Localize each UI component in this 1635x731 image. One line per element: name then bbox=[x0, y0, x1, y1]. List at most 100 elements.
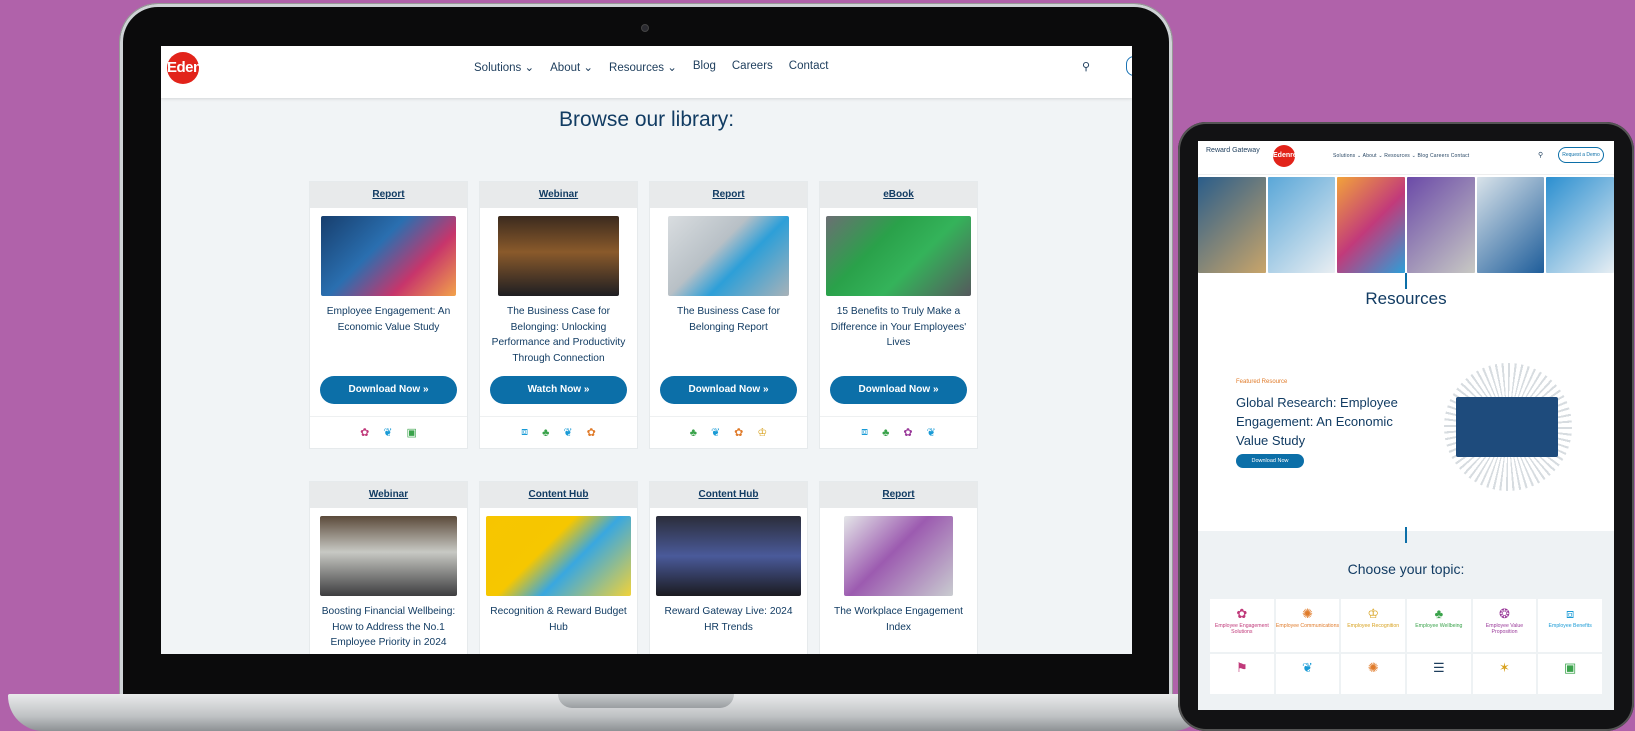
topic-icon: ♣ bbox=[542, 426, 550, 439]
card-title[interactable]: Recognition & Reward Budget Hub bbox=[480, 596, 637, 654]
reward-gateway-logo[interactable]: Reward Gateway bbox=[1206, 147, 1260, 155]
topic-icon: ❦ bbox=[563, 427, 573, 439]
card-category[interactable]: Report bbox=[650, 182, 807, 208]
topic-icon: ✿ bbox=[903, 427, 913, 439]
topic-tile[interactable]: ▣ bbox=[1538, 654, 1602, 694]
card-image[interactable] bbox=[320, 516, 457, 596]
collage-image bbox=[1198, 177, 1266, 273]
resources-title: Resources bbox=[1365, 289, 1447, 308]
nav-blog[interactable]: Blog bbox=[693, 60, 716, 74]
featured-label: Featured Resource bbox=[1236, 379, 1288, 385]
topic-tile[interactable]: ⧈ Employee Benefits bbox=[1538, 599, 1602, 652]
topic-tile[interactable]: ⚑ bbox=[1210, 654, 1274, 694]
resource-card: Webinar The Business Case for Belonging:… bbox=[479, 181, 638, 449]
topic-label: Employee Benefits bbox=[1548, 623, 1592, 629]
card-category[interactable]: Report bbox=[820, 482, 977, 508]
site-header: Edenred Solutions ⌄ About ⌄ Resources ⌄ … bbox=[161, 46, 1132, 98]
main-nav: Solutions ⌄ About ⌄ Resources ⌄ Blog Car… bbox=[474, 60, 828, 74]
topic-icon: ✺ bbox=[1302, 606, 1313, 621]
card-category[interactable]: eBook bbox=[820, 182, 977, 208]
topic-tile[interactable]: ✺ bbox=[1341, 654, 1405, 694]
card-title[interactable]: Boosting Financial Wellbeing: How to Add… bbox=[310, 596, 467, 654]
topic-icon: ❦ bbox=[710, 427, 721, 439]
card-title[interactable]: 15 Benefits to Truly Make a Difference i… bbox=[820, 296, 977, 370]
card-title[interactable]: The Business Case for Belonging: Unlocki… bbox=[480, 296, 637, 370]
tablet-nav[interactable]: Solutions ⌄ About ⌄ Resources ⌄ Blog Car… bbox=[1333, 153, 1469, 159]
resource-card: Webinar Boosting Financial Wellbeing: Ho… bbox=[309, 481, 468, 654]
card-category[interactable]: Report bbox=[310, 182, 467, 208]
topic-icon: ❦ bbox=[383, 427, 393, 439]
card-topic-icons: ⧈ ♣ ❦ ✿ bbox=[480, 416, 637, 448]
topic-tile[interactable]: ❦ bbox=[1275, 654, 1340, 694]
topic-tile[interactable]: ❂ Employee Value Proposition bbox=[1472, 599, 1537, 652]
card-image[interactable] bbox=[656, 516, 801, 596]
tablet-screen: Reward Gateway Edenred Solutions ⌄ About… bbox=[1198, 141, 1614, 710]
card-image[interactable] bbox=[844, 516, 953, 596]
topic-grid: ✿ Employee Engagement Solutions ✺ Employee … bbox=[1210, 599, 1602, 652]
card-image[interactable] bbox=[498, 216, 619, 296]
card-topic-icons: ♣ ❦ ✿ ♔ bbox=[650, 416, 807, 448]
nav-about[interactable]: About ⌄ bbox=[550, 60, 593, 74]
watch-button[interactable]: Watch Now » bbox=[490, 376, 627, 404]
topic-icon: ♔ bbox=[1367, 606, 1379, 621]
logo-text: Edenred bbox=[167, 59, 224, 76]
topic-icon: ❂ bbox=[1499, 606, 1510, 621]
collage-image bbox=[1406, 177, 1475, 273]
featured-title[interactable]: Global Research: Employee Engagement: An… bbox=[1236, 393, 1426, 450]
laptop-screen: Edenred Solutions ⌄ About ⌄ Resources ⌄ … bbox=[161, 46, 1132, 654]
card-title[interactable]: The Business Case for Belonging Report bbox=[650, 296, 807, 370]
topic-tile[interactable]: ♣ Employee Wellbeing bbox=[1407, 599, 1471, 652]
featured-download-button[interactable]: Download Now bbox=[1236, 454, 1304, 468]
topic-label: Employee Wellbeing bbox=[1415, 623, 1463, 629]
nav-solutions[interactable]: Solutions ⌄ bbox=[474, 60, 534, 74]
topic-icon: ♔ bbox=[757, 427, 768, 439]
camera-icon bbox=[641, 24, 649, 32]
card-image[interactable] bbox=[826, 216, 971, 296]
topic-icon: ⧈ bbox=[1566, 606, 1575, 621]
card-category[interactable]: Content Hub bbox=[480, 482, 637, 508]
card-image[interactable] bbox=[486, 516, 631, 596]
search-icon[interactable]: ⚲ bbox=[1538, 151, 1543, 159]
topic-label: Employee Engagement Solutions bbox=[1214, 623, 1269, 635]
resource-card: Content Hub Recognition & Reward Budget … bbox=[479, 481, 638, 654]
topic-icon: ✿ bbox=[1236, 606, 1248, 621]
card-category[interactable]: Webinar bbox=[480, 182, 637, 208]
nav-resources[interactable]: Resources ⌄ bbox=[609, 60, 677, 74]
topic-icon: ✿ bbox=[360, 427, 370, 439]
collage-image bbox=[1546, 177, 1614, 273]
topic-icon: ♣ bbox=[689, 426, 697, 439]
divider-line bbox=[1405, 527, 1407, 543]
topic-tile[interactable]: ✶ bbox=[1472, 654, 1537, 694]
topic-tile[interactable]: ♔ Employee Recognition bbox=[1341, 599, 1405, 652]
card-title[interactable]: Employee Engagement: An Economic Value S… bbox=[310, 296, 467, 370]
topic-tile[interactable]: ✺ Employee Communications bbox=[1275, 599, 1340, 652]
nav-careers[interactable]: Careers bbox=[732, 60, 773, 74]
edenred-logo[interactable]: Edenred bbox=[1273, 145, 1301, 167]
collage-image bbox=[1267, 177, 1336, 273]
laptop-notch bbox=[558, 694, 734, 708]
download-button[interactable]: Download Now » bbox=[660, 376, 797, 404]
card-category[interactable]: Content Hub bbox=[650, 482, 807, 508]
nav-contact[interactable]: Contact bbox=[789, 60, 829, 74]
topic-icon: ⧈ bbox=[521, 426, 529, 438]
topic-icon: ♣ bbox=[882, 426, 890, 439]
card-image[interactable] bbox=[668, 216, 789, 296]
resource-card: Content Hub Reward Gateway Live: 2024 HR… bbox=[649, 481, 808, 654]
featured-image[interactable] bbox=[1456, 397, 1558, 457]
demo-button[interactable]: Request a Demo bbox=[1558, 147, 1604, 163]
topic-icon: ❦ bbox=[926, 427, 936, 439]
topic-tile[interactable]: ☰ bbox=[1407, 654, 1471, 694]
card-title[interactable]: Reward Gateway Live: 2024 HR Trends bbox=[650, 596, 807, 654]
topic-icon: ♣ bbox=[1434, 606, 1444, 621]
choose-topic-title: Choose your topic: bbox=[1347, 561, 1465, 577]
topic-label: Employee Value Proposition bbox=[1485, 623, 1524, 635]
card-title[interactable]: The Workplace Engagement Index bbox=[820, 596, 977, 654]
download-button[interactable]: Download Now » bbox=[320, 376, 457, 404]
card-category[interactable]: Webinar bbox=[310, 482, 467, 508]
header-edge-button[interactable] bbox=[1126, 56, 1132, 76]
card-image[interactable] bbox=[321, 216, 456, 296]
search-icon[interactable]: ⚲ bbox=[1082, 60, 1090, 73]
download-button[interactable]: Download Now » bbox=[830, 376, 967, 404]
topic-tile[interactable]: ✿ Employee Engagement Solutions bbox=[1210, 599, 1274, 652]
resource-card: eBook 15 Benefits to Truly Make a Differ… bbox=[819, 181, 978, 449]
